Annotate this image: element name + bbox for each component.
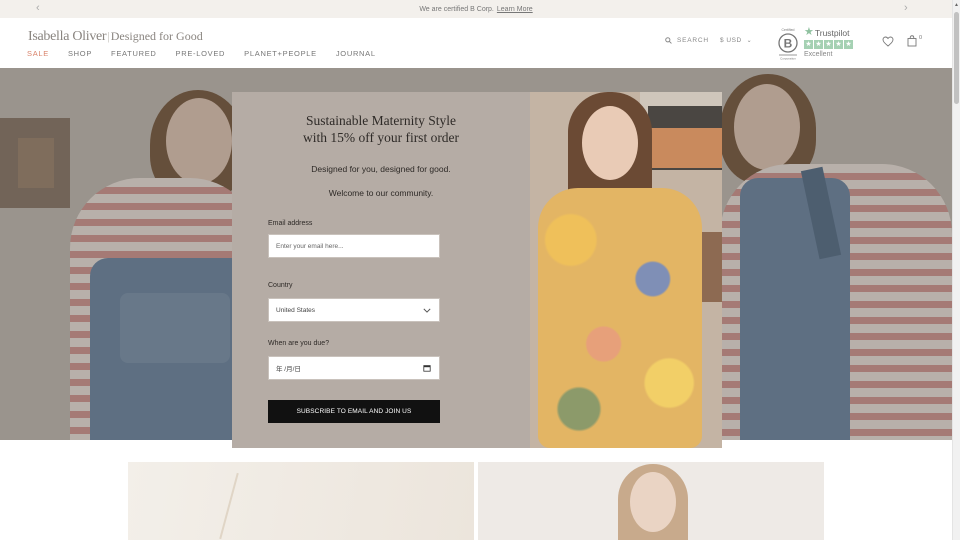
- country-label: Country: [268, 282, 293, 289]
- trustpilot-stars: ★ ★ ★ ★ ★: [804, 40, 864, 49]
- search-button[interactable]: SEARCH: [665, 37, 709, 44]
- chevron-left-icon[interactable]: ‹: [36, 2, 40, 14]
- currency-value: $ USD: [720, 37, 742, 44]
- card-image-left: [128, 462, 474, 540]
- nav-item-journal[interactable]: JOURNAL: [336, 49, 376, 58]
- due-date-field[interactable]: 年 /月/日: [268, 356, 440, 380]
- star-icon: ★: [834, 40, 843, 49]
- logo-tagline: Designed for Good: [110, 29, 203, 43]
- bag-icon[interactable]: [907, 35, 917, 47]
- nav-item-featured[interactable]: FEATURED: [111, 49, 156, 58]
- cart-count: 0: [919, 35, 923, 41]
- chevron-down-icon: ⌄: [746, 38, 753, 44]
- photo-model-dress: [538, 188, 702, 448]
- email-placeholder: Enter your email here...: [276, 242, 344, 250]
- star-icon: ★: [804, 40, 813, 49]
- photo-model-face: [582, 106, 638, 180]
- due-date-label: When are you due?: [268, 340, 330, 347]
- modal-title-line1: Sustainable Maternity Style: [306, 113, 456, 128]
- star-icon: ★: [814, 40, 823, 49]
- modal-title-line2: with 15% off your first order: [302, 130, 460, 145]
- announcement-bar: ‹ We are certified B Corp. Learn More ›: [0, 0, 952, 18]
- collection-card-right[interactable]: [478, 462, 824, 540]
- card-model-face: [630, 472, 676, 532]
- country-select[interactable]: United States: [268, 298, 440, 322]
- trustpilot-name: Trustpilot: [814, 27, 850, 38]
- nav-item-planet-people[interactable]: PLANET+PEOPLE: [244, 49, 317, 58]
- chevron-down-icon: [423, 308, 431, 313]
- email-label: Email address: [268, 220, 313, 227]
- bcorp-letter: B: [784, 37, 793, 51]
- modal-welcome-text: Welcome to our community.: [328, 188, 434, 198]
- calendar-icon[interactable]: [423, 364, 431, 372]
- bcorp-top-text: Certified: [781, 28, 794, 32]
- nav-item-sale[interactable]: SALE: [27, 49, 49, 58]
- trustpilot-widget[interactable]: ★ Trustpilot ★ ★ ★ ★ ★ Excellent: [804, 27, 864, 58]
- email-field[interactable]: Enter your email here...: [268, 234, 440, 258]
- page-scrollbar[interactable]: ▲: [952, 0, 960, 540]
- modal-model-photo: [530, 92, 722, 448]
- main-nav: SALE SHOP FEATURED PRE-LOVED PLANET+PEOP…: [27, 49, 395, 58]
- signup-modal: Sustainable Maternity Style with 15% off…: [232, 92, 722, 448]
- modal-subtitle: Designed for you, designed for good.: [311, 164, 451, 174]
- logo-brand: Isabella Oliver: [28, 29, 107, 44]
- bcorp-badge: Certified B Corporation: [778, 28, 798, 61]
- trustpilot-rating: Excellent: [804, 51, 833, 58]
- modal-title: Sustainable Maternity Style with 15% off…: [256, 112, 506, 146]
- learn-more-link[interactable]: Learn More: [497, 6, 533, 13]
- heart-icon[interactable]: [882, 36, 894, 47]
- announcement-text: We are certified B Corp.: [419, 5, 494, 13]
- search-label: SEARCH: [677, 37, 709, 44]
- logo-separator: |: [107, 29, 110, 43]
- site-header: Isabella Oliver|Designed for Good SALE S…: [0, 18, 952, 68]
- search-icon: [665, 37, 672, 44]
- due-date-placeholder: 年 /月/日: [276, 366, 301, 373]
- logo[interactable]: Isabella Oliver|Designed for Good: [28, 27, 203, 45]
- nav-item-pre-loved[interactable]: PRE-LOVED: [176, 49, 226, 58]
- scrollbar-thumb[interactable]: [954, 12, 959, 104]
- chevron-right-icon[interactable]: ›: [904, 2, 908, 14]
- nav-item-shop[interactable]: SHOP: [68, 49, 92, 58]
- star-icon: ★: [824, 40, 833, 49]
- star-icon: ★: [844, 40, 853, 49]
- collection-card-left[interactable]: [128, 462, 474, 540]
- subscribe-button[interactable]: SUBSCRIBE TO EMAIL AND JOIN US: [268, 400, 440, 423]
- scroll-up-icon[interactable]: ▲: [954, 2, 959, 8]
- photo-artwork-orange: [642, 128, 722, 168]
- country-value: United States: [276, 306, 316, 314]
- currency-selector[interactable]: $ USD ⌄: [720, 37, 752, 44]
- bcorp-bottom-text: Corporation: [780, 57, 796, 61]
- trustpilot-star-icon: ★: [804, 26, 814, 38]
